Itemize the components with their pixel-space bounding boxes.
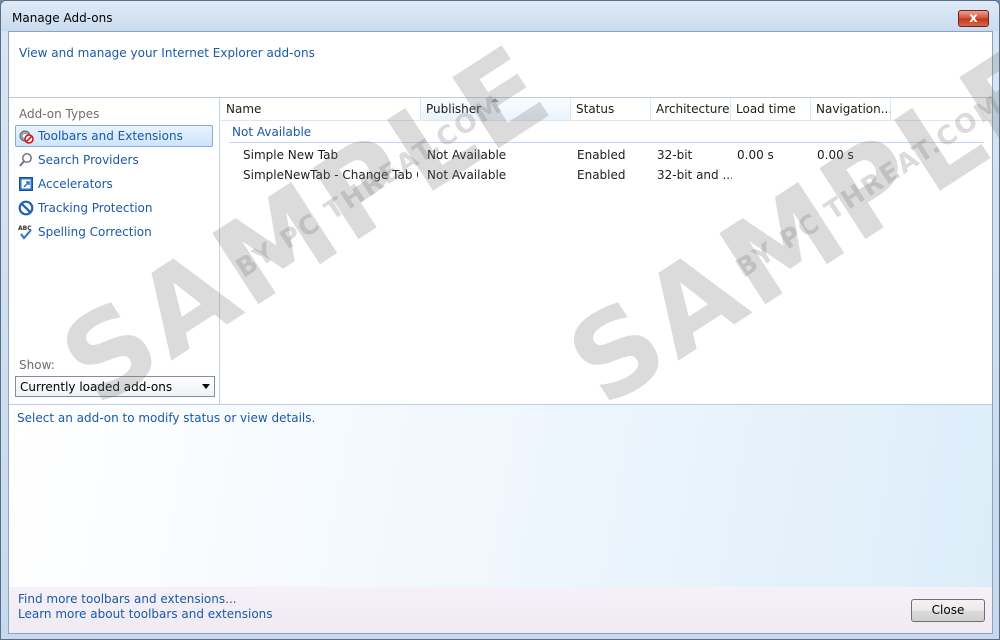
window-title: Manage Add-ons bbox=[12, 11, 113, 25]
addon-types-label: Add-on Types bbox=[19, 107, 100, 121]
column-header-label: Name bbox=[226, 102, 262, 116]
sort-ascending-icon bbox=[491, 98, 499, 102]
show-dropdown-value: Currently loaded add-ons bbox=[20, 379, 173, 394]
details-text: Select an add-on to modify status or vie… bbox=[17, 411, 316, 425]
column-header-publisher[interactable]: Publisher bbox=[421, 98, 571, 121]
cell-navigation: 0.00 s bbox=[817, 148, 854, 162]
gear-no-icon bbox=[18, 128, 34, 144]
learn-more-link[interactable]: Learn more about toolbars and extensions bbox=[18, 607, 273, 621]
column-header-architecture[interactable]: Architecture bbox=[651, 98, 731, 121]
cell-name: Simple New Tab bbox=[243, 148, 339, 162]
sidebar-item-label: Spelling Correction bbox=[38, 225, 152, 239]
header-text: View and manage your Internet Explorer a… bbox=[19, 46, 315, 60]
chevron-down-icon bbox=[202, 384, 210, 389]
addon-types-pane: Add-on Types Toolbars and Extensions Sea… bbox=[9, 98, 220, 404]
close-button[interactable]: Close bbox=[911, 599, 985, 622]
sidebar-item-tracking-protection[interactable]: Tracking Protection bbox=[15, 197, 213, 219]
cell-architecture: 32-bit bbox=[657, 148, 693, 162]
cell-status: Enabled bbox=[577, 168, 626, 182]
column-header-label: Status bbox=[576, 102, 615, 116]
dialog-client-area: View and manage your Internet Explorer a… bbox=[8, 31, 993, 634]
sidebar-item-accelerators[interactable]: Accelerators bbox=[15, 173, 213, 195]
find-more-link[interactable]: Find more toolbars and extensions... bbox=[18, 592, 237, 606]
column-header-name[interactable]: Name bbox=[221, 98, 421, 121]
footer: Find more toolbars and extensions... Lea… bbox=[9, 587, 992, 633]
title-bar[interactable]: Manage Add-ons x bbox=[1, 1, 999, 31]
tracking-protection-icon bbox=[18, 200, 34, 216]
cell-publisher: Not Available bbox=[427, 148, 507, 162]
addon-list: Name Publisher Status Architecture Load … bbox=[221, 98, 992, 404]
close-icon: x bbox=[969, 11, 978, 26]
column-header-label: Load time bbox=[736, 102, 796, 116]
search-icon bbox=[18, 152, 34, 168]
cell-status: Enabled bbox=[577, 148, 626, 162]
table-row[interactable]: SimpleNewTab - Change Tab C... Not Avail… bbox=[221, 165, 992, 185]
column-header-label: Architecture bbox=[656, 102, 730, 116]
header-band: View and manage your Internet Explorer a… bbox=[9, 32, 992, 98]
sidebar-item-spelling-correction[interactable]: ABC Spelling Correction bbox=[15, 221, 213, 243]
cell-publisher: Not Available bbox=[427, 168, 507, 182]
accelerator-icon bbox=[18, 176, 34, 192]
sidebar-item-label: Toolbars and Extensions bbox=[38, 129, 183, 143]
cell-name: SimpleNewTab - Change Tab C... bbox=[243, 168, 418, 182]
column-header-label: Navigation... bbox=[816, 102, 891, 116]
show-dropdown[interactable]: Currently loaded add-ons bbox=[15, 376, 215, 397]
column-header-navigation[interactable]: Navigation... bbox=[811, 98, 891, 121]
window-close-button[interactable]: x bbox=[958, 10, 989, 27]
cell-architecture: 32-bit and ... bbox=[657, 168, 732, 182]
spelling-check-icon: ABC bbox=[18, 224, 34, 240]
column-header-load-time[interactable]: Load time bbox=[731, 98, 811, 121]
sidebar-item-label: Search Providers bbox=[38, 153, 139, 167]
column-header-filler bbox=[891, 98, 992, 121]
sidebar-item-search-providers[interactable]: Search Providers bbox=[15, 149, 213, 171]
show-label: Show: bbox=[19, 358, 55, 372]
details-pane: Select an add-on to modify status or vie… bbox=[9, 404, 992, 587]
sidebar-item-toolbars-extensions[interactable]: Toolbars and Extensions bbox=[15, 125, 213, 147]
manage-addons-window: Manage Add-ons x View and manage your In… bbox=[0, 0, 1000, 640]
sidebar-item-label: Accelerators bbox=[38, 177, 113, 191]
sidebar-item-label: Tracking Protection bbox=[38, 201, 153, 215]
column-header-status[interactable]: Status bbox=[571, 98, 651, 121]
group-header: Not Available bbox=[229, 125, 984, 143]
column-header-label: Publisher bbox=[426, 102, 482, 116]
table-row[interactable]: Simple New Tab Not Available Enabled 32-… bbox=[221, 145, 992, 165]
cell-load-time: 0.00 s bbox=[737, 148, 774, 162]
